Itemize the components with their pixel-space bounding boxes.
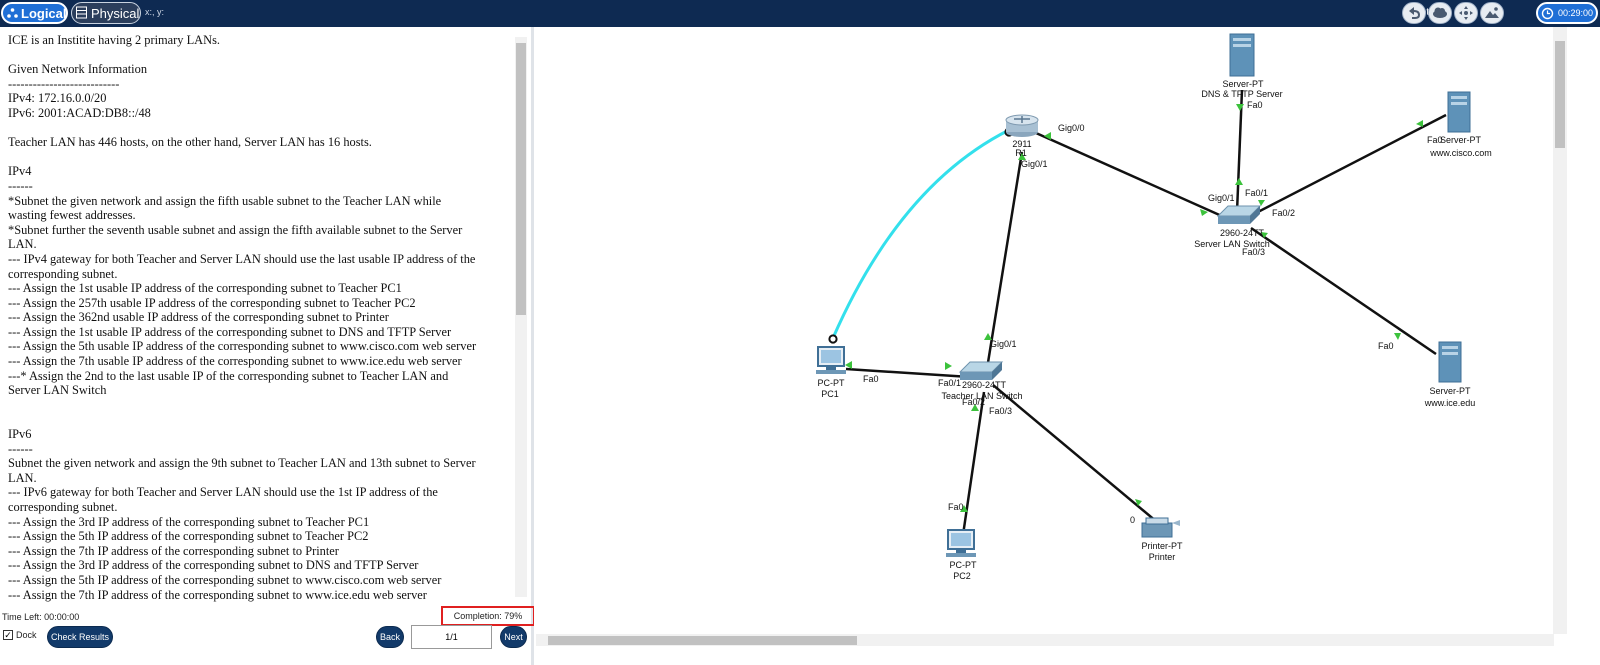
instruction-line: --- Assign the 7th usable IP address of … (8, 354, 462, 369)
instruction-line: --- IPv4 gateway for both Teacher and Se… (8, 251, 476, 266)
instruction-line: --- Assign the 362nd usable IP address o… (8, 310, 389, 325)
instruction-line: *Subnet the given network and assign the… (8, 193, 442, 208)
timer-button[interactable]: 00:29:00 (1536, 2, 1598, 24)
instructions-panel: ICE is an Institite having 2 primary LAN… (0, 27, 531, 607)
instruction-line: IPv6 (8, 427, 32, 442)
back-button[interactable]: Back (376, 626, 404, 648)
physical-tab[interactable]: Physical (71, 2, 141, 24)
completion-status: Completion: 79% (441, 606, 535, 626)
next-label: Next (504, 632, 523, 642)
instruction-line: LAN. (8, 470, 37, 485)
instruction-line: Given Network Information (8, 62, 148, 77)
physical-view-icon (75, 6, 88, 19)
instruction-line: IPv4 (8, 164, 32, 179)
move-icon[interactable] (1454, 2, 1478, 24)
instruction-line: LAN. (8, 237, 37, 252)
instruction-line: Server LAN Switch (8, 383, 107, 398)
check-results-button[interactable]: Check Results (47, 626, 113, 648)
instruction-line: --------------------------- (8, 76, 120, 91)
instruction-line: --- Assign the 5th IP address of the cor… (8, 529, 369, 544)
instruction-line (8, 150, 508, 165)
page-input[interactable] (411, 625, 492, 649)
instruction-line: ---* Assign the 2nd to the last usable I… (8, 368, 449, 383)
instruction-line: --- Assign the 5th IP address of the cor… (8, 572, 442, 587)
workspace-vertical-thumb[interactable] (1555, 41, 1565, 148)
instruction-line: corresponding subnet. (8, 266, 118, 281)
completion-label: Completion: 79% (453, 611, 523, 621)
instruction-line: --- Assign the 7th IP address of the cor… (8, 543, 339, 558)
logical-workspace[interactable] (534, 27, 1600, 665)
dock-checkbox[interactable]: ✓ (3, 630, 13, 640)
back-arrow-icon[interactable] (1402, 2, 1426, 24)
instruction-line: --- IPv6 gateway for both Teacher and Se… (8, 485, 438, 500)
instruction-line (8, 121, 508, 136)
instruction-line: --- Assign the 3rd IP address of the cor… (8, 514, 370, 529)
instruction-line: --- Assign the 1st usable IP address of … (8, 281, 402, 296)
logical-view-icon (6, 7, 19, 20)
clock-icon (1541, 7, 1554, 22)
instruction-line: --- Assign the 5th usable IP address of … (8, 339, 477, 354)
next-button[interactable]: Next (500, 626, 527, 648)
back-label: Back (379, 632, 400, 642)
instruction-line: --- Assign the 3rd IP address of the cor… (8, 558, 419, 573)
instruction-line (8, 412, 508, 427)
instruction-line (8, 398, 508, 413)
logical-tab-label: Logical (21, 5, 67, 21)
instruction-line: --- Assign the 1st usable IP address of … (8, 324, 452, 339)
instruction-line: ------ (8, 441, 33, 456)
dock-label: Dock (16, 630, 37, 640)
instruction-line: wasting fewest addresses. (8, 208, 136, 223)
instruction-line (8, 48, 508, 63)
check-results-label: Check Results (50, 632, 110, 642)
instruction-line: --- Assign the 7th IP address of the cor… (8, 587, 427, 602)
instruction-line: IPv6: 2001:ACAD:DB8::/48 (8, 105, 151, 120)
coordinate-readout: x:, y: (145, 7, 165, 17)
instruction-line: Teacher LAN has 446 hosts, on the other … (8, 135, 372, 150)
time-left-label: Time Left: 00:00:00 (2, 612, 80, 622)
top-toolbar: Logical Physical x:, y: Root 00:29:00 (0, 0, 1600, 27)
instruction-line: *Subnet further the seventh usable subne… (8, 222, 463, 237)
instructions-text: ICE is an Institite having 2 primary LAN… (8, 33, 508, 602)
workspace-horizontal-thumb[interactable] (548, 636, 857, 645)
physical-tab-label: Physical (91, 5, 140, 21)
instruction-line: corresponding subnet. (8, 500, 118, 514)
landscape-icon[interactable] (1480, 2, 1504, 24)
instruction-line: ------ (8, 178, 33, 193)
instruction-line: --- Assign the 257th usable IP address o… (8, 295, 416, 310)
instruction-line: ICE is an Institite having 2 primary LAN… (8, 33, 220, 47)
instruction-line: IPv4: 172.16.0.0/20 (8, 91, 107, 106)
timer-label: 00:29:00 (1558, 8, 1594, 18)
instructions-scroll-thumb[interactable] (516, 43, 526, 315)
cloud-icon[interactable] (1428, 2, 1452, 24)
instruction-line: Subnet the given network and assign the … (8, 456, 476, 471)
logical-tab[interactable]: Logical (1, 2, 68, 24)
